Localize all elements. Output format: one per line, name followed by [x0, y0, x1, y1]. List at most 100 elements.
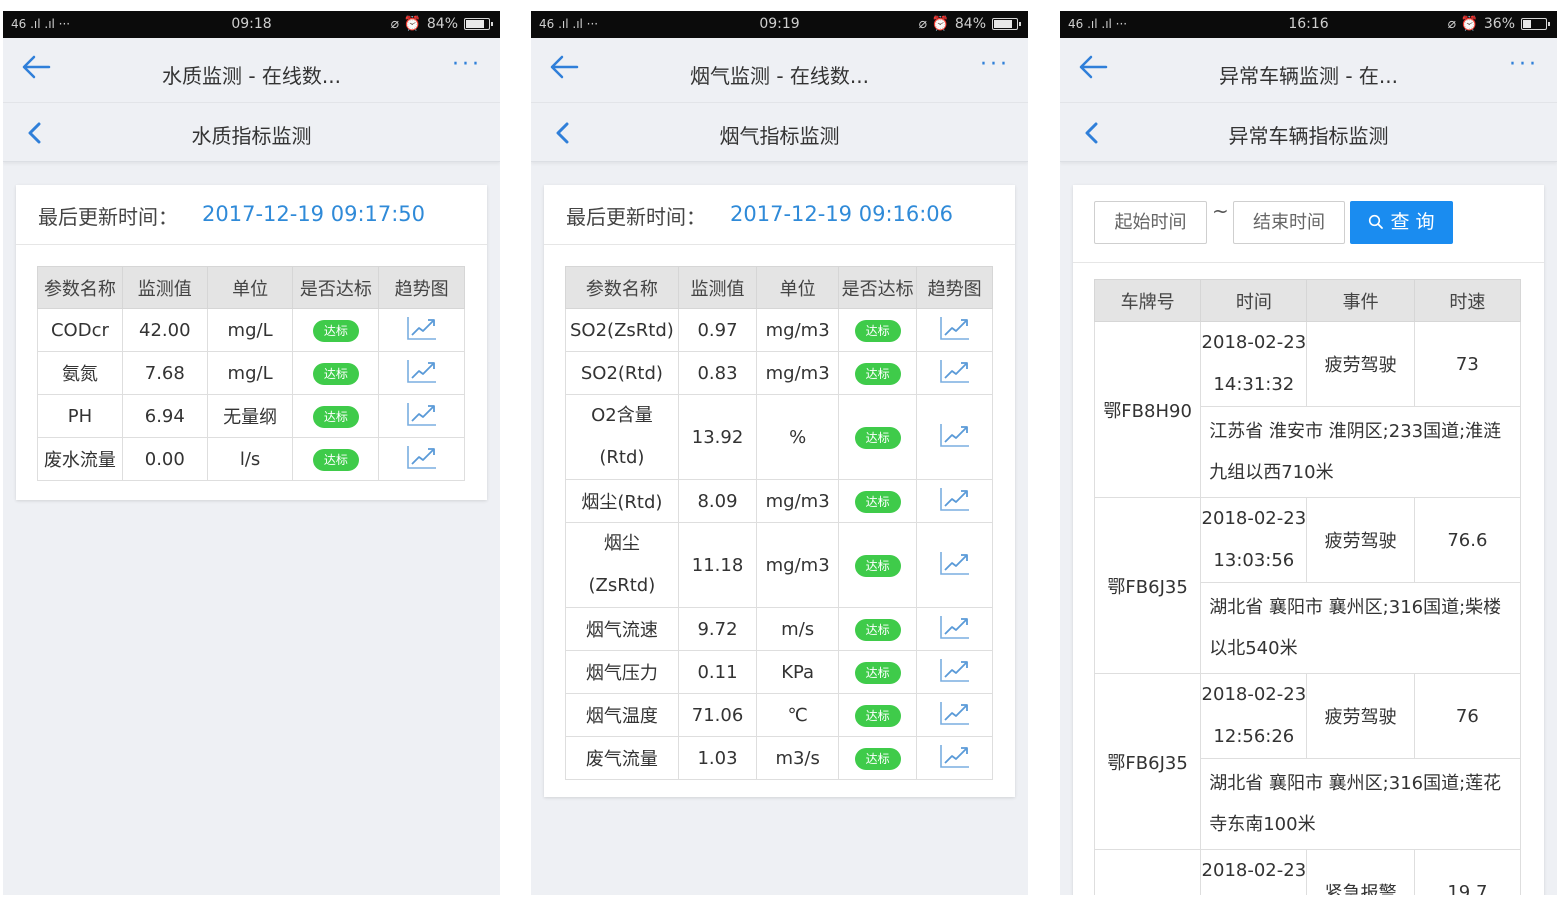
col-header-time: 时间 — [1200, 279, 1308, 322]
param-value: 8.09 — [677, 479, 758, 523]
param-value: 0.11 — [677, 650, 758, 694]
more-icon[interactable]: ··· — [1509, 52, 1539, 77]
table-row: 2018-02-23 12:02:48紧急报警19.7 — [1093, 849, 1522, 895]
trend-chart-icon[interactable] — [938, 613, 972, 641]
param-value: 0.97 — [677, 308, 758, 352]
param-name: 烟气流速 — [565, 607, 679, 651]
alarm-icon: ⌀ ⏰ — [918, 16, 949, 32]
end-time-input[interactable]: 结束时间 — [1233, 201, 1345, 244]
battery-fill — [994, 20, 1012, 28]
event-address: 湖北省 襄阳市 襄州区;316国道;莲花寺东南100米 — [1200, 758, 1521, 850]
battery-percent: 84% — [954, 16, 986, 32]
app-bar: 异常车辆监测 - 在... ··· — [1060, 38, 1557, 102]
param-unit: mg/m3 — [756, 308, 840, 352]
col-header-status: 是否达标 — [292, 266, 380, 309]
trend-chart-icon[interactable] — [938, 549, 972, 577]
param-name: SO2(Rtd) — [565, 351, 679, 395]
monitor-card: 最后更新时间： 2017-12-19 09:17:50 参数名称 监测值 单位 … — [16, 185, 487, 500]
start-time-input[interactable]: 起始时间 — [1094, 201, 1207, 244]
status-cell: 达标 — [838, 607, 918, 651]
status-bar: 46 .ıl .ıl ··· 09:19 ⌀ ⏰ 84% — [531, 11, 1028, 38]
sub-header: 烟气指标监测 — [531, 102, 1028, 162]
speed-value: 73 — [1413, 321, 1522, 407]
param-value: 13.92 — [677, 394, 758, 480]
app-bar: 烟气监测 - 在线数... ··· — [531, 38, 1028, 102]
trend-cell — [916, 522, 993, 608]
table-row: 烟尘(Rtd) 8.09 mg/m3 达标 — [565, 479, 993, 523]
trend-chart-icon[interactable] — [938, 314, 972, 342]
last-update: 最后更新时间： 2017-12-19 09:17:50 — [16, 185, 487, 245]
battery-percent: 84% — [426, 16, 458, 32]
battery-icon — [1521, 18, 1550, 30]
more-icon[interactable]: ··· — [452, 52, 482, 77]
status-cell: 达标 — [838, 479, 918, 523]
table-row: CODcr 42.00 mg/L 达标 — [37, 308, 465, 352]
col-header-trend: 趋势图 — [378, 266, 465, 309]
app-title: 烟气监测 - 在线数... — [689, 64, 869, 88]
app-title: 水质监测 - 在线数... — [161, 64, 341, 88]
event-type: 疲劳驾驶 — [1306, 673, 1415, 759]
battery-icon — [992, 18, 1021, 30]
status-cell: 达标 — [292, 351, 380, 395]
status-badge: 达标 — [312, 362, 359, 385]
last-update: 最后更新时间： 2017-12-19 09:16:06 — [544, 185, 1015, 245]
param-unit: mg/L — [206, 308, 294, 352]
status-badge: 达标 — [312, 405, 359, 428]
param-name: O2含量 (Rtd) — [565, 394, 679, 480]
param-unit: l/s — [206, 437, 294, 481]
phone-screen-fluegas: 46 .ıl .ıl ··· 09:19 ⌀ ⏰ 84% 烟气监测 - 在线数.… — [531, 11, 1028, 895]
query-button-label: 查 询 — [1390, 211, 1435, 233]
param-unit: mg/m3 — [756, 351, 840, 395]
table-header-row: 车牌号 时间 事件 时速 — [1093, 279, 1522, 322]
query-button[interactable]: 查 询 — [1350, 201, 1453, 244]
status-badge: 达标 — [854, 747, 901, 770]
status-badge: 达标 — [854, 490, 901, 513]
trend-chart-icon[interactable] — [405, 443, 439, 471]
battery-icon — [464, 18, 493, 30]
plate-number: 鄂FB8H90 — [1093, 321, 1202, 498]
status-cell: 达标 — [292, 437, 380, 481]
trend-chart-icon[interactable] — [405, 357, 439, 385]
sub-header: 异常车辆指标监测 — [1060, 102, 1557, 162]
status-badge: 达标 — [312, 448, 359, 471]
param-unit: KPa — [756, 650, 840, 694]
app-title: 异常车辆监测 - 在... — [1218, 64, 1398, 88]
param-value: 7.68 — [121, 351, 208, 395]
table-row: SO2(ZsRtd) 0.97 mg/m3 达标 — [565, 308, 993, 352]
status-badge: 达标 — [312, 319, 359, 342]
status-cell: 达标 — [838, 308, 918, 352]
table-row: 鄂FB8H90 2018-02-23 14:31:32 疲劳驾驶 73 — [1093, 321, 1522, 498]
event-time: 2018-02-23 12:56:26 — [1200, 673, 1308, 759]
param-unit: mg/m3 — [756, 522, 840, 608]
trend-chart-icon[interactable] — [938, 421, 972, 449]
trend-chart-icon[interactable] — [405, 314, 439, 342]
trend-chart-icon[interactable] — [938, 656, 972, 684]
table-row: 鄂FB6J35 2018-02-23 13:03:56 疲劳驾驶 76.6 — [1093, 497, 1522, 674]
event-address: 江苏省 淮安市 淮阴区;233国道;淮涟九组以西710米 — [1200, 406, 1521, 498]
event-time: 2018-02-23 13:03:56 — [1200, 497, 1308, 583]
trend-chart-icon[interactable] — [938, 485, 972, 513]
trend-cell — [378, 437, 465, 481]
trend-cell — [916, 351, 993, 395]
trend-chart-icon[interactable] — [405, 400, 439, 428]
more-icon[interactable]: ··· — [980, 52, 1010, 77]
param-name: 烟气温度 — [565, 693, 679, 737]
param-value: 1.03 — [677, 736, 758, 780]
col-header-name: 参数名称 — [565, 266, 679, 309]
trend-chart-icon[interactable] — [938, 699, 972, 727]
last-update-label: 最后更新时间： — [38, 205, 178, 229]
plate-number: 鄂FB6J35 — [1093, 497, 1202, 674]
trend-chart-icon[interactable] — [938, 742, 972, 770]
vehicle-table: 车牌号 时间 事件 时速 鄂FB8H90 2018-02-23 14:31:32 疲… — [1093, 279, 1522, 895]
event-address: 湖北省 襄阳市 襄州区;316国道;柴楼以北540米 — [1200, 582, 1521, 674]
status-cell: 达标 — [838, 394, 918, 480]
status-cell: 达标 — [838, 736, 918, 780]
param-name: SO2(ZsRtd) — [565, 308, 679, 352]
col-header-value: 监测值 — [677, 266, 758, 309]
plate-number: 鄂FB6J35 — [1093, 673, 1202, 850]
page-title: 烟气指标监测 — [719, 124, 840, 148]
col-header-speed: 时速 — [1413, 279, 1522, 322]
status-bar: 46 .ıl .ıl ··· 09:18 ⌀ ⏰ 84% — [3, 11, 500, 38]
trend-chart-icon[interactable] — [938, 357, 972, 385]
col-header-event: 事件 — [1306, 279, 1415, 322]
